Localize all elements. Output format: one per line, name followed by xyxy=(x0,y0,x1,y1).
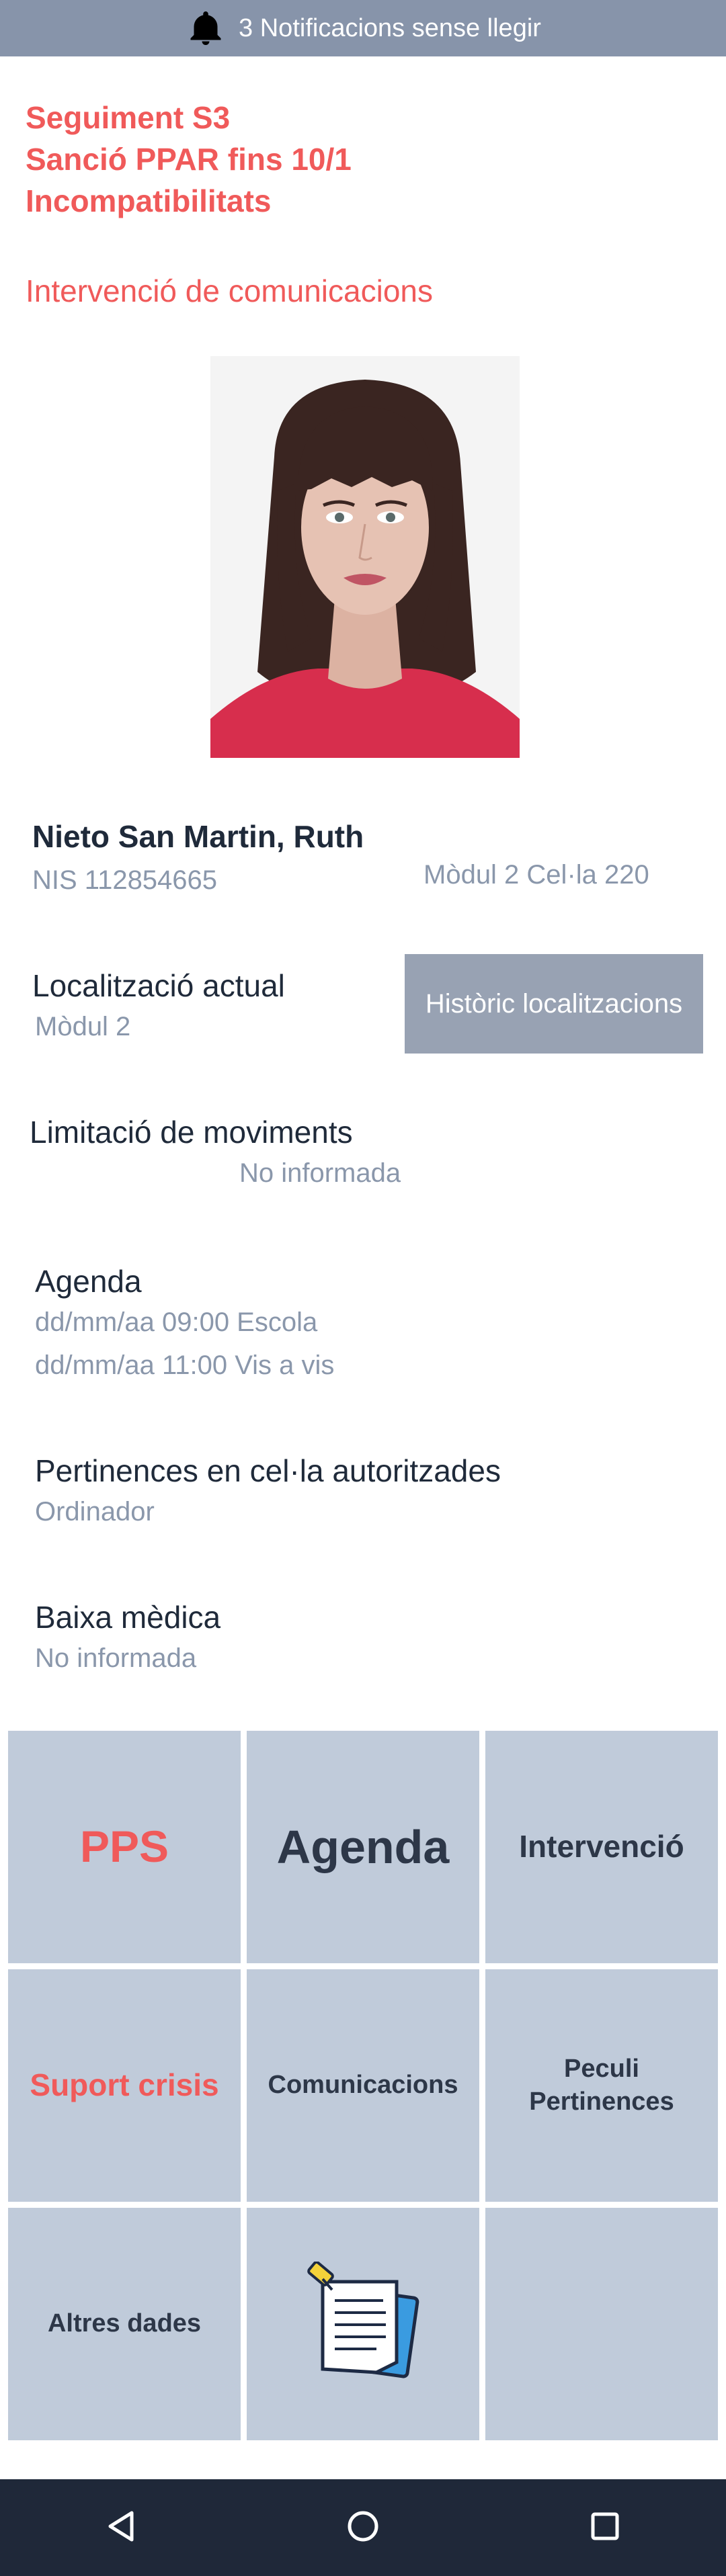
tile-notes[interactable] xyxy=(247,2208,479,2440)
inmate-cell: Mòdul 2 Cel·la 220 xyxy=(424,860,649,890)
alert-intervention: Intervenció de comunicacions xyxy=(26,273,433,308)
recents-icon xyxy=(586,2507,624,2548)
recents-button[interactable] xyxy=(558,2481,652,2575)
medical-value: No informada xyxy=(35,1643,197,1673)
menu-grid: PPS Agenda Intervenció Suport crisis Com… xyxy=(8,1731,718,2440)
belongings-value: Ordinador xyxy=(35,1497,155,1527)
tile-intervencio[interactable]: Intervenció xyxy=(485,1731,718,1963)
agenda-item: dd/mm/aa 09:00 Escola xyxy=(35,1307,318,1337)
home-button[interactable] xyxy=(316,2481,410,2575)
tile-agenda[interactable]: Agenda xyxy=(247,1731,479,1963)
movement-title: Limitació de moviments xyxy=(30,1115,353,1150)
tile-pps[interactable]: PPS xyxy=(8,1731,241,1963)
back-button[interactable] xyxy=(74,2481,168,2575)
location-history-button[interactable]: Històric localitzacions xyxy=(405,954,703,1054)
notification-bar[interactable]: 3 Notificacions sense llegir xyxy=(0,0,726,56)
tile-peculi-pertinences[interactable]: Peculi Pertinences xyxy=(485,1969,718,2202)
alert-sancio: Sanció PPAR fins 10/1 xyxy=(26,142,352,177)
back-icon xyxy=(102,2507,140,2548)
tile-empty xyxy=(485,2208,718,2440)
system-nav-bar xyxy=(0,2479,726,2576)
notes-icon xyxy=(302,2260,424,2387)
agenda-title: Agenda xyxy=(35,1264,142,1299)
tile-comunicacions[interactable]: Comunicacions xyxy=(247,1969,479,2202)
tile-altres-dades[interactable]: Altres dades xyxy=(8,2208,241,2440)
location-title: Localització actual xyxy=(32,968,285,1003)
tile-suport-crisis[interactable]: Suport crisis xyxy=(8,1969,241,2202)
medical-title: Baixa mèdica xyxy=(35,1600,221,1635)
notification-text: 3 Notificacions sense llegir xyxy=(239,13,541,42)
belongings-title: Pertinences en cel·la autoritzades xyxy=(35,1453,501,1488)
alert-incompatibilitats: Incompatibilitats xyxy=(26,183,272,218)
bell-icon xyxy=(185,7,227,49)
location-value: Mòdul 2 xyxy=(35,1012,131,1041)
movement-value: No informada xyxy=(239,1158,401,1188)
inmate-nis: NIS 112854665 xyxy=(32,865,218,895)
inmate-name: Nieto San Martin, Ruth xyxy=(32,819,364,854)
home-icon xyxy=(344,2507,382,2548)
alert-seguiment: Seguiment S3 xyxy=(26,100,231,135)
profile-photo xyxy=(210,356,520,758)
agenda-item: dd/mm/aa 11:00 Vis a vis xyxy=(35,1350,335,1380)
